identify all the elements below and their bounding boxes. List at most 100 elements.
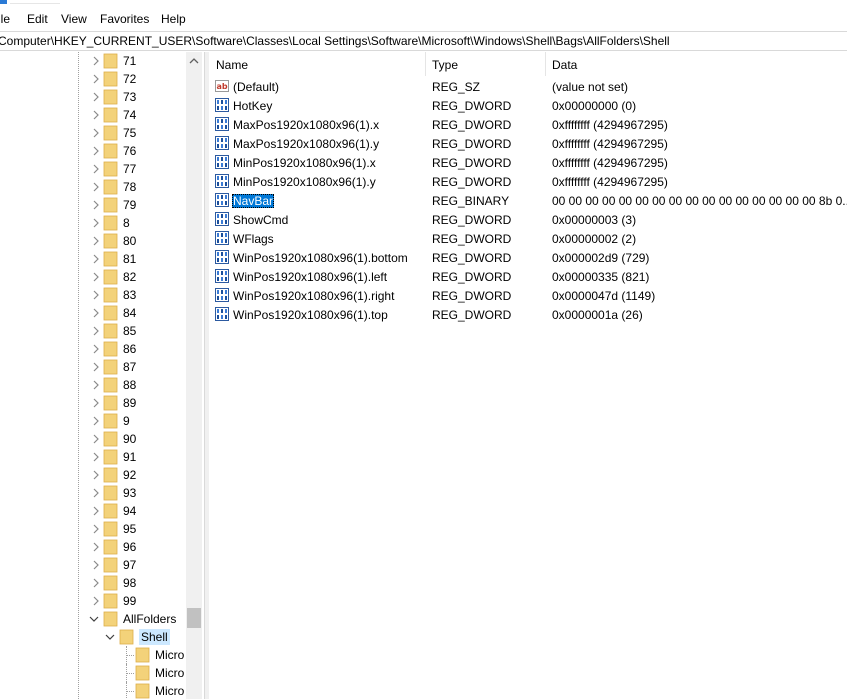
- tree-item[interactable]: 98: [0, 574, 186, 592]
- chevron-right-icon[interactable]: [91, 290, 101, 300]
- value-row[interactable]: ab (Default) REG_SZ (value not set): [209, 77, 847, 96]
- chevron-right-icon[interactable]: [91, 560, 101, 570]
- value-row[interactable]: MaxPos1920x1080x96(1).y REG_DWORD 0xffffff…: [209, 134, 847, 153]
- tree-item[interactable]: 86: [0, 340, 186, 358]
- chevron-right-icon[interactable]: [91, 236, 101, 246]
- tree-item[interactable]: 80: [0, 232, 186, 250]
- tree-item[interactable]: 8: [0, 214, 186, 232]
- chevron-right-icon[interactable]: [91, 56, 101, 66]
- chevron-right-icon[interactable]: [91, 596, 101, 606]
- menu-file[interactable]: ile: [0, 12, 10, 26]
- chevron-right-icon[interactable]: [91, 524, 101, 534]
- tree-item[interactable]: 96: [0, 538, 186, 556]
- chevron-right-icon[interactable]: [91, 254, 101, 264]
- tree-item[interactable]: 78: [0, 178, 186, 196]
- tree-item[interactable]: 91: [0, 448, 186, 466]
- chevron-right-icon[interactable]: [91, 380, 101, 390]
- chevron-right-icon[interactable]: [91, 308, 101, 318]
- menu-view[interactable]: View: [61, 12, 87, 26]
- chevron-down-icon[interactable]: [89, 614, 99, 624]
- value-row[interactable]: WinPos1920x1080x96(1).right REG_DWORD 0x00…: [209, 286, 847, 305]
- chevron-right-icon[interactable]: [91, 416, 101, 426]
- tree-item[interactable]: 85: [0, 322, 186, 340]
- chevron-right-icon[interactable]: [91, 506, 101, 516]
- chevron-right-icon[interactable]: [91, 272, 101, 282]
- value-row[interactable]: HotKey REG_DWORD 0x00000000 (0): [209, 96, 847, 115]
- chevron-right-icon[interactable]: [91, 434, 101, 444]
- tree-item[interactable]: Micro: [0, 646, 186, 664]
- chevron-right-icon[interactable]: [91, 362, 101, 372]
- chevron-right-icon[interactable]: [91, 182, 101, 192]
- value-row[interactable]: MinPos1920x1080x96(1).y REG_DWORD 0xffffff…: [209, 172, 847, 191]
- chevron-right-icon[interactable]: [91, 488, 101, 498]
- tree-item-label: Micro: [155, 648, 185, 662]
- chevron-right-icon[interactable]: [91, 344, 101, 354]
- address-path[interactable]: Computer\HKEY_CURRENT_USER\Software\Clas…: [0, 34, 670, 48]
- tree-item[interactable]: 82: [0, 268, 186, 286]
- tree-item[interactable]: 95: [0, 520, 186, 538]
- menu-help[interactable]: Help: [161, 12, 186, 26]
- value-row[interactable]: MinPos1920x1080x96(1).x REG_DWORD 0xffffff…: [209, 153, 847, 172]
- tree-item[interactable]: Micro: [0, 664, 186, 682]
- tree-item[interactable]: 9: [0, 412, 186, 430]
- chevron-right-icon[interactable]: [91, 542, 101, 552]
- column-header-name[interactable]: Name: [216, 58, 248, 72]
- value-row[interactable]: WFlags REG_DWORD 0x00000002 (2): [209, 229, 847, 248]
- tree-item[interactable]: 89: [0, 394, 186, 412]
- value-row[interactable]: ShowCmd REG_DWORD 0x00000003 (3): [209, 210, 847, 229]
- tree-item[interactable]: 73: [0, 88, 186, 106]
- tree-item[interactable]: 93: [0, 484, 186, 502]
- scroll-up-arrow-icon[interactable]: [186, 54, 202, 68]
- chevron-right-icon[interactable]: [91, 452, 101, 462]
- tree-item-label: 87: [123, 360, 137, 374]
- tree-item[interactable]: 94: [0, 502, 186, 520]
- tree-item[interactable]: 99: [0, 592, 186, 610]
- chevron-right-icon[interactable]: [91, 470, 101, 480]
- tree-item[interactable]: Shell: [0, 628, 186, 646]
- chevron-right-icon[interactable]: [91, 110, 101, 120]
- address-bar[interactable]: Computer\HKEY_CURRENT_USER\Software\Clas…: [0, 31, 847, 51]
- column-divider[interactable]: [545, 52, 546, 76]
- tree-item[interactable]: 88: [0, 376, 186, 394]
- tree-vertical-scrollbar[interactable]: [186, 52, 202, 699]
- tree-item[interactable]: 75: [0, 124, 186, 142]
- tree-item[interactable]: 79: [0, 196, 186, 214]
- tree-item-label: 86: [123, 342, 137, 356]
- chevron-right-icon[interactable]: [91, 200, 101, 210]
- chevron-right-icon[interactable]: [91, 146, 101, 156]
- tree-item[interactable]: 77: [0, 160, 186, 178]
- tree-item[interactable]: 97: [0, 556, 186, 574]
- chevron-right-icon[interactable]: [91, 92, 101, 102]
- tree-item[interactable]: 92: [0, 466, 186, 484]
- tree-item[interactable]: Micro: [0, 682, 186, 699]
- chevron-right-icon[interactable]: [91, 164, 101, 174]
- value-row[interactable]: WinPos1920x1080x96(1).bottom REG_DWORD 0x0…: [209, 248, 847, 267]
- tree-item[interactable]: 74: [0, 106, 186, 124]
- value-row[interactable]: NavBar REG_BINARY 00 00 00 00 00 00 00 00 …: [209, 191, 847, 210]
- tree-item[interactable]: 87: [0, 358, 186, 376]
- tree-item[interactable]: 83: [0, 286, 186, 304]
- column-header-type[interactable]: Type: [432, 58, 458, 72]
- chevron-right-icon[interactable]: [91, 128, 101, 138]
- value-row[interactable]: WinPos1920x1080x96(1).top REG_DWORD 0x0000…: [209, 305, 847, 324]
- menu-edit[interactable]: Edit: [27, 12, 48, 26]
- tree-item[interactable]: AllFolders: [0, 610, 186, 628]
- chevron-right-icon[interactable]: [91, 326, 101, 336]
- tree-item[interactable]: 81: [0, 250, 186, 268]
- tree-item[interactable]: 84: [0, 304, 186, 322]
- column-divider[interactable]: [425, 52, 426, 76]
- chevron-right-icon[interactable]: [91, 74, 101, 84]
- tree-item[interactable]: 71: [0, 52, 186, 70]
- column-header-data[interactable]: Data: [552, 58, 577, 72]
- menu-favorites[interactable]: Favorites: [100, 12, 149, 26]
- value-row[interactable]: WinPos1920x1080x96(1).left REG_DWORD 0x000…: [209, 267, 847, 286]
- tree-scroll-thumb[interactable]: [187, 608, 201, 628]
- chevron-down-icon[interactable]: [105, 632, 115, 642]
- chevron-right-icon[interactable]: [91, 218, 101, 228]
- chevron-right-icon[interactable]: [91, 578, 101, 588]
- tree-item[interactable]: 72: [0, 70, 186, 88]
- tree-item[interactable]: 76: [0, 142, 186, 160]
- chevron-right-icon[interactable]: [91, 398, 101, 408]
- value-row[interactable]: MaxPos1920x1080x96(1).x REG_DWORD 0xffffff…: [209, 115, 847, 134]
- tree-item[interactable]: 90: [0, 430, 186, 448]
